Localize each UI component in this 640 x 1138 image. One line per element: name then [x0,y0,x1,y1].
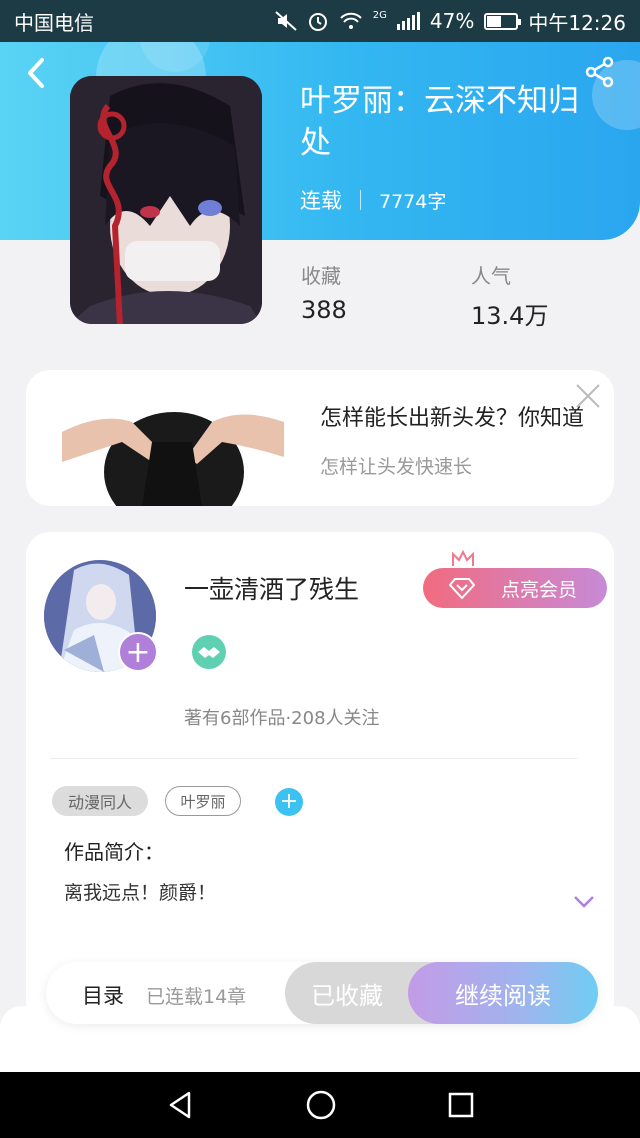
back-button[interactable] [20,56,54,90]
clock: 中午12:26 [528,10,626,35]
nav-back-icon[interactable] [165,1090,195,1120]
alarm-icon [308,13,327,31]
add-tag-button[interactable]: + [275,788,303,816]
favorites-label: 收藏 [301,264,341,288]
ad-subtitle: 怎样让头发快速长 [320,456,473,478]
vip-button[interactable]: 点亮会员 [423,568,607,608]
book-meta: 连载 7774字 [300,185,446,215]
wifi-icon [340,12,362,29]
network-type: 2G [372,9,387,21]
back-arrow-icon [28,58,44,88]
book-title: 叶罗丽：云深不知归处 [300,83,579,161]
plus-icon: + [125,635,151,670]
status-bar: 中国电信 2G 47% 中午12:26 [0,0,640,42]
action-bar: 目录 已连载14章 已收藏 继续阅读 [46,962,598,1024]
book-status: 连载 [300,189,342,213]
author-stats: 著有6部作品·208人关注 [184,708,380,729]
crown-icon [452,550,474,566]
nav-recents-icon[interactable] [447,1091,475,1119]
chevron-down-icon[interactable] [572,894,596,910]
cover-illustration [70,76,262,324]
continue-reading-button[interactable]: 继续阅读 [408,962,598,1024]
chapter-count[interactable]: 已连载14章 [146,982,246,1009]
collected-label: 已收藏 [311,981,383,1010]
nav-home-icon[interactable] [305,1089,337,1121]
plus-icon: + [279,789,299,814]
mute-icon [275,11,297,31]
author-name[interactable]: 一壶清酒了残生 [184,570,359,606]
popularity-value: 13.4万 [471,302,549,330]
vip-button-label: 点亮会员 [500,578,577,601]
ad-close-button[interactable] [574,382,602,410]
status-icons: 2G 47% 中午12:26 [275,7,626,36]
tag-keyword[interactable]: 叶罗丽 [165,786,241,816]
battery-icon [484,12,522,30]
word-count: 7774字 [379,190,447,213]
system-nav-bar [0,1072,640,1138]
carrier-label: 中国电信 [14,10,94,35]
battery-percent: 47% [429,9,475,33]
book-cover[interactable] [70,76,262,324]
favorites-value: 388 [301,296,347,324]
ad-image [62,382,284,506]
ad-title: 怎样能长出新头发？你知道 [320,406,585,431]
divider [50,758,578,759]
signal-icon [396,12,420,30]
popularity-label: 人气 [471,264,511,288]
handshake-badge-icon [192,635,226,669]
continue-reading-label: 继续阅读 [455,981,551,1010]
diamond-icon [449,578,475,599]
intro-text: 离我远点！颜爵！ [64,882,217,904]
toc-button[interactable]: 目录 [82,980,124,1010]
intro-label: 作品简介： [64,840,164,864]
ad-card[interactable]: 怎样能长出新头发？你知道 怎样让头发快速长 [26,370,614,506]
follow-author-button[interactable]: + [118,632,158,672]
tag-category[interactable]: 动漫同人 [52,786,148,816]
close-icon [576,384,600,408]
